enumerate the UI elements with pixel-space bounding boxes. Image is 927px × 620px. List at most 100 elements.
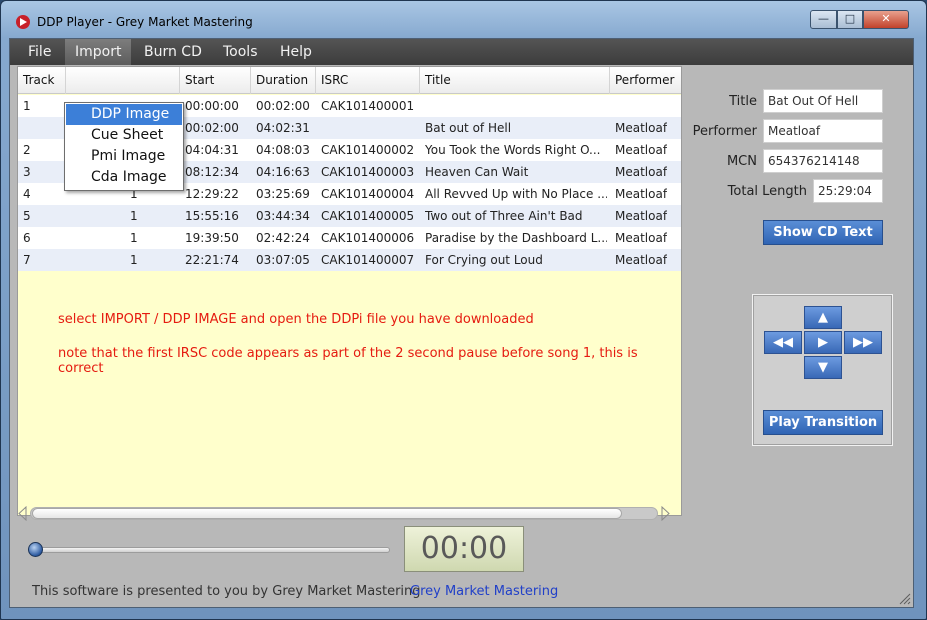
menu-tools[interactable]: Tools — [213, 39, 268, 65]
cell-performer: Meatloaf — [615, 143, 668, 157]
column-header-title[interactable]: Title — [420, 67, 610, 94]
column-header-index[interactable] — [66, 67, 180, 94]
table-row[interactable]: 5 1 15:55:16 03:44:34 CAK101400005 Two o… — [18, 205, 681, 227]
table-row[interactable]: 6 1 19:39:50 02:42:24 CAK101400006 Parad… — [18, 227, 681, 249]
menu-bar: File Import Burn CD Tools Help — [10, 39, 913, 65]
performer-field[interactable]: Meatloaf — [763, 119, 883, 143]
column-header-track[interactable]: Track — [18, 67, 66, 94]
cell-title: You Took the Words Right O... — [425, 143, 601, 157]
instruction-note-import: select IMPORT / DDP IMAGE and open the D… — [58, 312, 534, 327]
footer-link[interactable]: Grey Market Mastering — [410, 584, 558, 599]
cell-title: For Crying out Loud — [425, 253, 543, 267]
playback-slider-knob[interactable] — [28, 542, 43, 557]
time-display: 00:00 — [404, 526, 524, 572]
cell-duration: 02:42:24 — [256, 231, 310, 245]
close-button[interactable]: ✕ — [863, 10, 909, 29]
cell-start: 22:21:74 — [185, 253, 239, 267]
cell-performer: Meatloaf — [615, 121, 668, 135]
column-header-duration[interactable]: Duration — [251, 67, 316, 94]
up-arrow-button[interactable]: ▲ — [804, 306, 842, 329]
title-field[interactable]: Bat Out Of Hell — [763, 89, 883, 113]
show-cd-text-button[interactable]: Show CD Text — [763, 220, 883, 245]
cell-duration: 03:07:05 — [256, 253, 310, 267]
menu-file[interactable]: File — [18, 39, 61, 65]
cell-track: 7 — [23, 253, 31, 267]
fast-forward-button[interactable]: ▶▶ — [844, 331, 882, 354]
table-row[interactable]: 7 1 22:21:74 03:07:05 CAK101400007 For C… — [18, 249, 681, 271]
column-header-isrc[interactable]: ISRC — [316, 67, 420, 94]
cell-title: Two out of Three Ain't Bad — [425, 209, 583, 223]
scrollbar-thumb[interactable] — [32, 508, 622, 519]
total-length-label: Total Length — [727, 184, 807, 199]
cell-track: 3 — [23, 165, 31, 179]
cell-isrc: CAK101400007 — [321, 253, 415, 267]
mcn-label: MCN — [726, 154, 757, 169]
column-header-performer[interactable]: Performer — [610, 67, 681, 94]
resize-grip-icon[interactable] — [897, 591, 911, 605]
cell-title — [425, 95, 607, 117]
cell-start: 00:00:00 — [185, 99, 239, 113]
performer-label: Performer — [692, 124, 757, 139]
cell-start: 08:12:34 — [185, 165, 239, 179]
cell-isrc: CAK101400001 — [321, 99, 415, 113]
cell-isrc: CAK101400004 — [321, 187, 415, 201]
menu-option-ddp-image[interactable]: DDP Image — [66, 104, 182, 125]
cell-title: Bat out of Hell — [425, 121, 512, 135]
scroll-right-icon[interactable] — [660, 506, 671, 521]
cell-isrc: CAK101400006 — [321, 231, 415, 245]
cell-start: 00:02:00 — [185, 121, 239, 135]
cell-start: 15:55:16 — [185, 209, 239, 223]
app-window: DDP Player - Grey Market Mastering — □ ✕… — [0, 0, 927, 620]
cell-start: 12:29:22 — [185, 187, 239, 201]
cell-performer: Meatloaf — [615, 165, 668, 179]
cell-start: 19:39:50 — [185, 231, 239, 245]
title-label: Title — [729, 94, 757, 109]
menu-option-pmi-image[interactable]: Pmi Image — [66, 146, 182, 167]
play-transition-button[interactable]: Play Transition — [763, 410, 883, 435]
menu-help[interactable]: Help — [270, 39, 322, 65]
title-bar[interactable]: DDP Player - Grey Market Mastering — □ ✕ — [1, 1, 926, 37]
menu-option-cue-sheet[interactable]: Cue Sheet — [66, 125, 182, 146]
transport-controls: ▲ ◀◀ ▶ ▶▶ ▼ Play Transition — [752, 294, 893, 446]
playback-slider[interactable] — [30, 547, 390, 553]
cell-duration: 04:08:03 — [256, 143, 310, 157]
cell-track: 6 — [23, 231, 31, 245]
cell-performer: Meatloaf — [615, 231, 668, 245]
cell-isrc: CAK101400005 — [321, 209, 415, 223]
client-area: File Import Burn CD Tools Help Track Sta… — [9, 38, 914, 608]
cell-track: 1 — [23, 99, 31, 113]
window-title: DDP Player - Grey Market Mastering — [37, 15, 253, 29]
cell-index: 1 — [130, 231, 138, 245]
footer-text: This software is presented to you by Gre… — [32, 584, 421, 599]
mcn-field[interactable]: 654376214148 — [763, 149, 883, 173]
play-button[interactable]: ▶ — [804, 331, 842, 354]
cell-index: 1 — [130, 209, 138, 223]
cell-performer: Meatloaf — [615, 187, 668, 201]
total-length-field[interactable]: 25:29:04 — [813, 179, 883, 203]
cell-track: 2 — [23, 143, 31, 157]
cell-duration: 03:25:69 — [256, 187, 310, 201]
cell-index: 1 — [130, 253, 138, 267]
table-header: Track Start Duration ISRC Title Performe… — [18, 67, 681, 94]
cell-isrc: CAK101400002 — [321, 143, 415, 157]
menu-import[interactable]: Import — [65, 39, 132, 65]
scroll-left-icon[interactable] — [17, 506, 28, 521]
menu-burn-cd[interactable]: Burn CD — [134, 39, 212, 65]
horizontal-scrollbar[interactable] — [17, 505, 671, 522]
cell-title: Paradise by the Dashboard L... — [425, 231, 607, 245]
cell-duration: 03:44:34 — [256, 209, 310, 223]
cell-isrc: CAK101400003 — [321, 165, 415, 179]
cell-duration: 04:02:31 — [256, 121, 310, 135]
menu-option-cda-image[interactable]: Cda Image — [66, 167, 182, 188]
cell-performer: Meatloaf — [615, 209, 668, 223]
rewind-button[interactable]: ◀◀ — [764, 331, 802, 354]
instruction-note-isrc: note that the first IRSC code appears as… — [58, 346, 638, 376]
cell-performer: Meatloaf — [615, 253, 668, 267]
minimize-button[interactable]: — — [810, 10, 837, 29]
maximize-button[interactable]: □ — [837, 10, 863, 29]
column-header-start[interactable]: Start — [180, 67, 251, 94]
cell-duration: 04:16:63 — [256, 165, 310, 179]
cell-title: Heaven Can Wait — [425, 165, 529, 179]
down-arrow-button[interactable]: ▼ — [804, 356, 842, 379]
cell-start: 04:04:31 — [185, 143, 239, 157]
